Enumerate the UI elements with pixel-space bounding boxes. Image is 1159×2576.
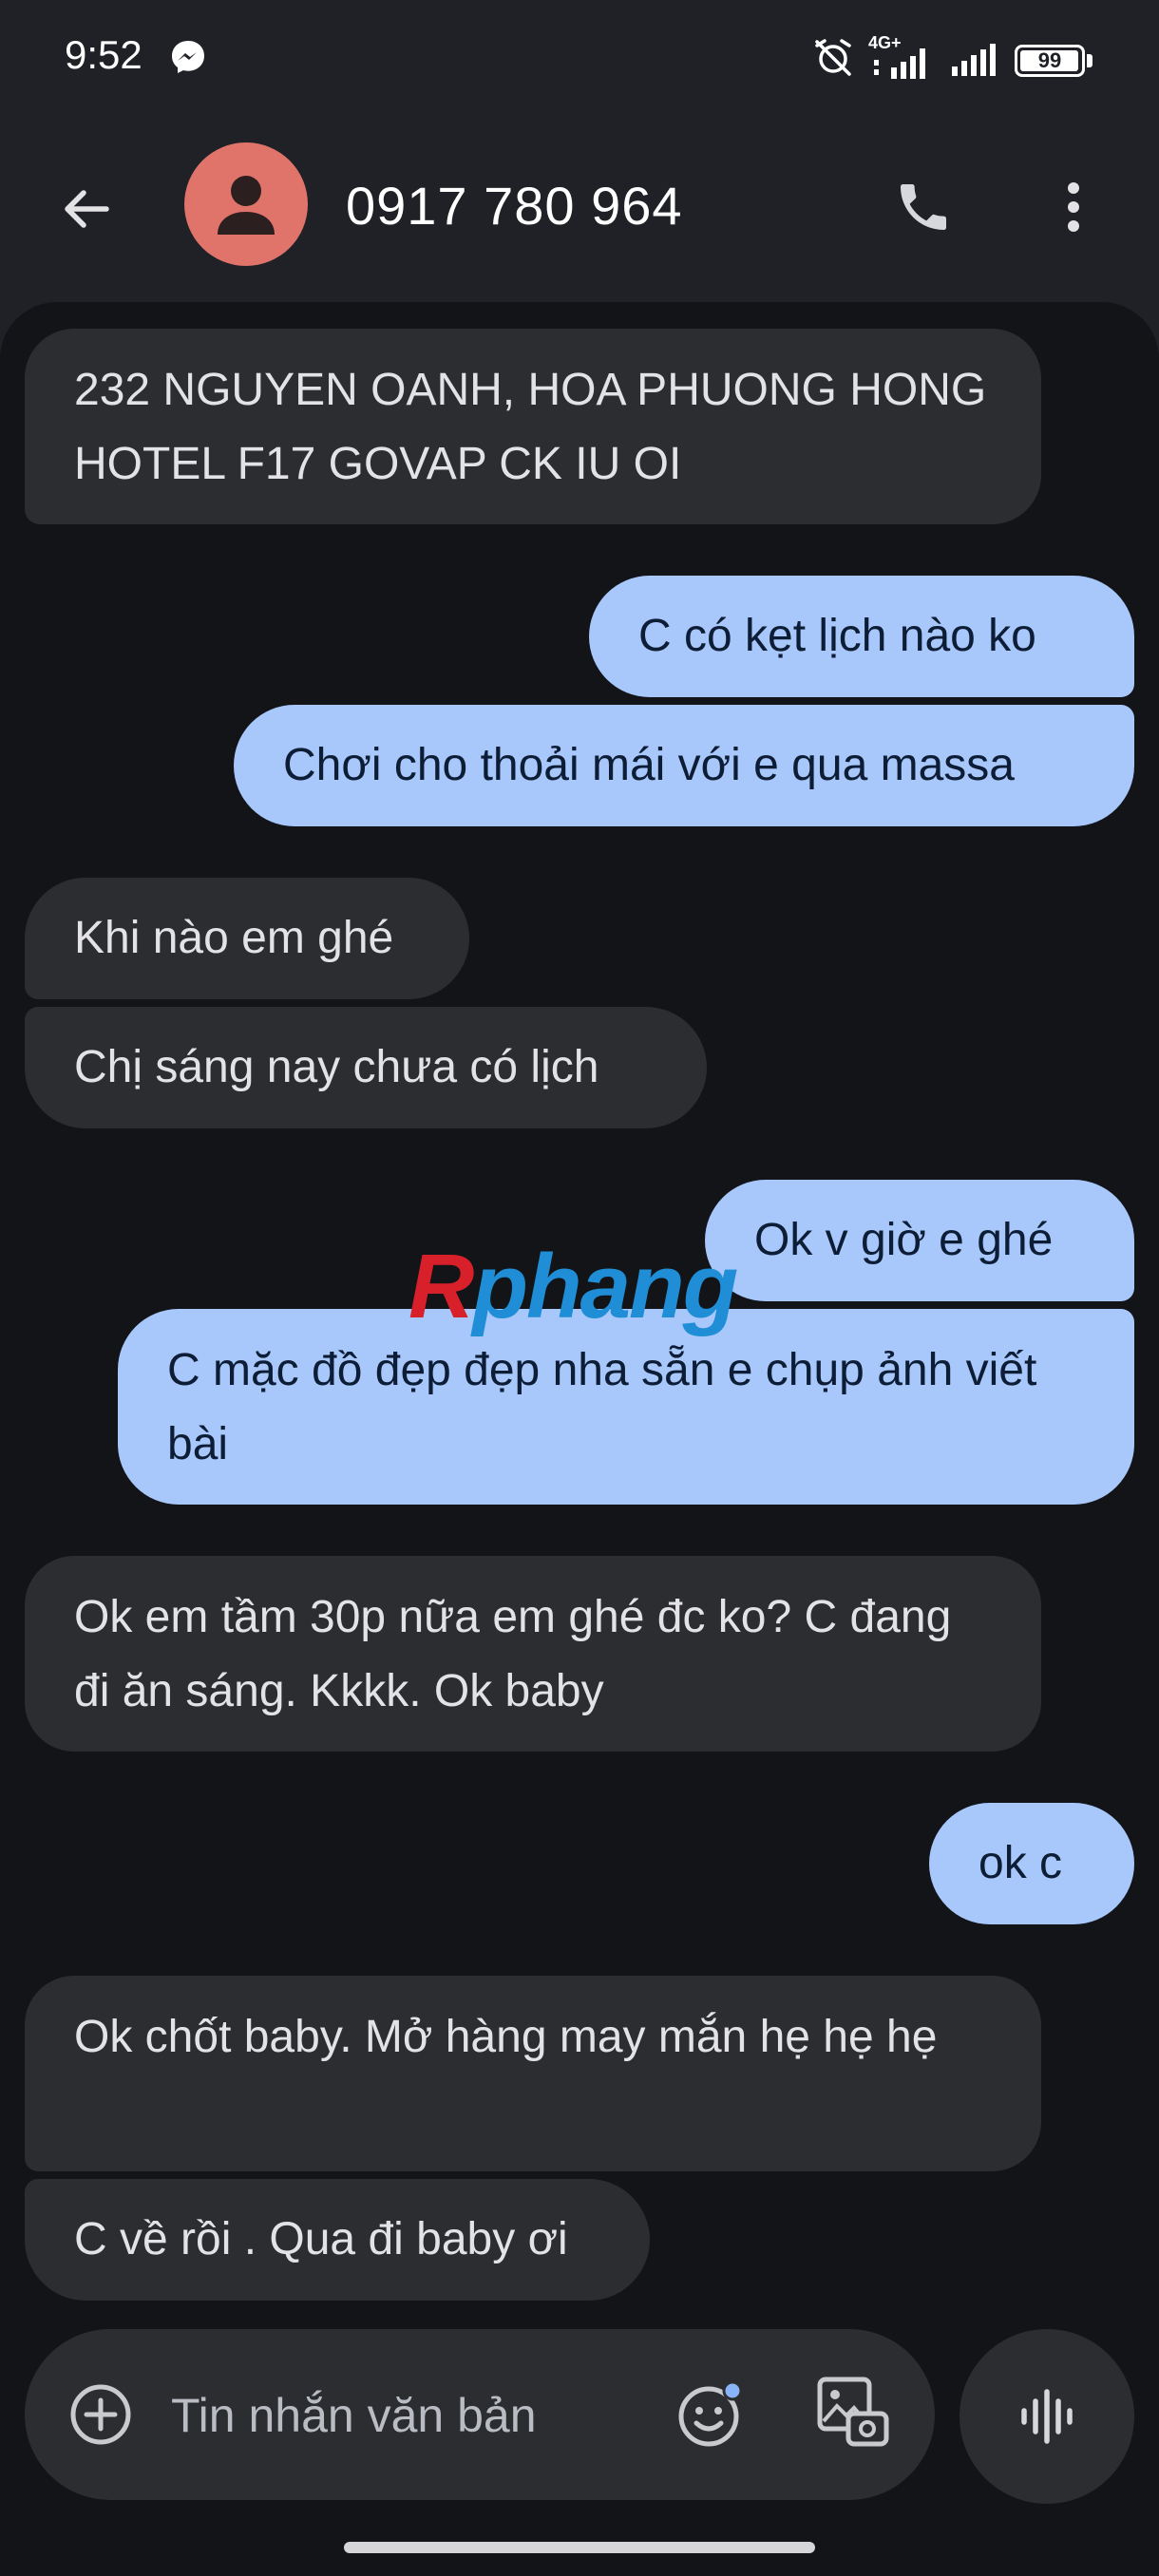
status-time: 9:52	[65, 32, 142, 77]
message-bubble-incoming[interactable]: Ok chốt baby. Mở hàng may mắn hẹ hẹ hẹ	[25, 1976, 1041, 2171]
add-attachment-button[interactable]	[63, 2377, 139, 2453]
message-bubble-incoming[interactable]: Chị sáng nay chưa có lịch	[25, 1007, 707, 1128]
phone-icon	[901, 184, 946, 230]
message-bubble-outgoing[interactable]: C có kẹt lịch nào ko	[589, 576, 1134, 697]
voice-message-button[interactable]	[960, 2329, 1134, 2504]
emoji-button[interactable]	[671, 2375, 750, 2454]
arrow-left-icon	[65, 190, 109, 228]
messenger-icon	[169, 38, 207, 81]
watermark-rest: phang	[472, 1236, 738, 1337]
message-bubble-incoming[interactable]: Khi nào em ghé	[25, 878, 469, 999]
back-button[interactable]	[48, 171, 124, 247]
battery-level: 99	[1037, 47, 1062, 72]
message-bubble-incoming[interactable]: 232 NGUYEN OANH, HOA PHUONG HONG HOTEL F…	[25, 329, 1041, 524]
watermark-logo: Rphang	[408, 1235, 738, 1339]
voice-waveform-icon	[1021, 2389, 1073, 2444]
message-input[interactable]	[169, 2377, 629, 2454]
signal-4g-icon: 4G+	[868, 33, 935, 83]
alarm-off-icon	[811, 36, 855, 85]
status-bar: 9:52 4G+ 99	[0, 0, 1159, 114]
emoji-icon	[678, 2380, 743, 2447]
conversation-header: 0917 780 964	[0, 133, 1159, 275]
message-bubble-outgoing[interactable]: Ok v giờ e ghé	[705, 1180, 1134, 1301]
home-indicator[interactable]	[344, 2542, 815, 2553]
watermark-first: R	[408, 1236, 474, 1337]
more-vert-icon	[1068, 182, 1079, 232]
message-composer	[25, 2329, 935, 2500]
status-icons: 4G+ 99	[811, 33, 1092, 85]
person-icon	[218, 176, 275, 235]
add-circle-icon	[70, 2384, 131, 2445]
avatar[interactable]	[184, 142, 308, 266]
gallery-icon	[817, 2377, 889, 2447]
call-button[interactable]	[884, 167, 963, 247]
signal-icon	[948, 36, 1001, 85]
more-options-button[interactable]	[1034, 167, 1113, 247]
message-bubble-incoming[interactable]: Ok em tầm 30p nữa em ghé đc ko? C đang đ…	[25, 1556, 1041, 1752]
message-bubble-outgoing[interactable]: Chơi cho thoải mái với e qua massa	[234, 705, 1134, 826]
contact-name[interactable]: 0917 780 964	[346, 175, 683, 237]
battery-icon: 99	[1015, 44, 1092, 77]
gallery-button[interactable]	[809, 2371, 895, 2456]
message-bubble-incoming[interactable]: C về rồi . Qua đi baby ơi	[25, 2179, 650, 2301]
message-bubble-outgoing[interactable]: ok c	[929, 1803, 1134, 1924]
